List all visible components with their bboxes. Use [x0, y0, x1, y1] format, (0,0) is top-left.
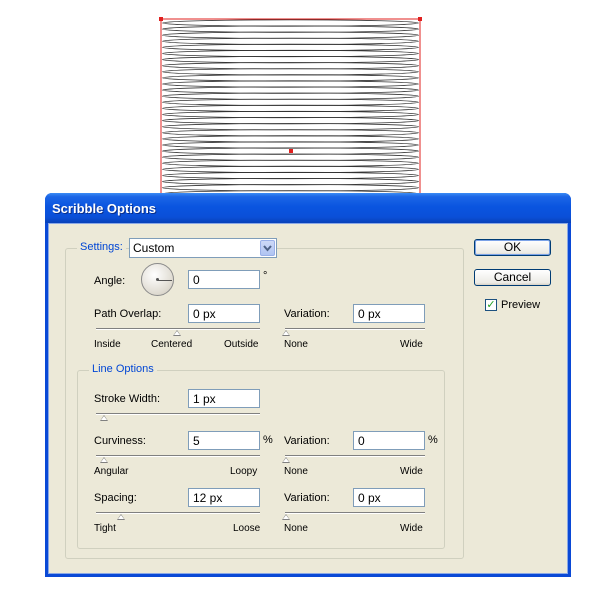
- angle-dial-center: [156, 278, 159, 281]
- angle-unit: °: [263, 270, 268, 282]
- scribble-stroke: [162, 98, 419, 106]
- stroke-width-label: Stroke Width:: [94, 393, 161, 405]
- scribble-stroke: [162, 178, 419, 186]
- line-options-legend: Line Options: [89, 363, 157, 375]
- curviness-input[interactable]: [188, 431, 260, 450]
- checkmark-icon: ✓: [486, 299, 496, 311]
- settings-legend: Settings:: [77, 241, 126, 253]
- scribble-stroke: [162, 37, 419, 45]
- scribble-stroke: [162, 49, 419, 58]
- overlap-variation-label: Variation:: [284, 308, 330, 320]
- scribble-stroke: [162, 74, 419, 82]
- scribble-stroke: [162, 43, 419, 52]
- spacing-slider-thumb[interactable]: [117, 514, 125, 520]
- scribble-stroke: [162, 25, 419, 33]
- angle-input[interactable]: [188, 270, 260, 289]
- curviness-max-label: Loopy: [230, 466, 258, 477]
- scribble-stroke: [162, 184, 419, 192]
- scribble-stroke: [162, 117, 419, 125]
- curviness-slider-track[interactable]: [96, 455, 260, 457]
- curviness-slider-thumb[interactable]: [100, 457, 108, 463]
- path-overlap-slider-thumb[interactable]: [173, 330, 181, 336]
- scribble-stroke: [162, 171, 419, 180]
- scribble-stroke: [162, 165, 419, 173]
- curviness-variation-min-label: None: [284, 466, 308, 477]
- scribble-stroke: [162, 110, 419, 119]
- path-overlap-label: Path Overlap:: [94, 308, 162, 320]
- scribble-stroke: [162, 62, 419, 70]
- scribble-options-dialog: Scribble Options Settings: Custom Angle:…: [45, 193, 571, 577]
- path-overlap-min-label: Inside: [94, 339, 121, 350]
- scribble-stroke: [162, 19, 419, 27]
- path-overlap-input[interactable]: [188, 304, 260, 323]
- spacing-input[interactable]: [188, 488, 260, 507]
- scribble-stroke: [162, 80, 419, 88]
- scribble-stroke: [162, 129, 419, 137]
- angle-label: Angle:: [94, 275, 126, 287]
- spacing-label: Spacing:: [94, 492, 137, 504]
- selection-anchor-top-left[interactable]: [159, 17, 163, 21]
- spacing-variation-slider-thumb[interactable]: [282, 514, 290, 520]
- scribble-stroke: [162, 55, 419, 64]
- overlap-variation-max-label: Wide: [400, 339, 423, 350]
- spacing-min-label: Tight: [94, 523, 116, 534]
- angle-dial-hand: [158, 280, 172, 281]
- spacing-variation-slider-track[interactable]: [285, 512, 425, 514]
- scribble-stroke: [162, 104, 419, 113]
- curviness-min-label: Angular: [94, 466, 129, 477]
- ok-button[interactable]: OK: [474, 239, 551, 256]
- preview-label[interactable]: Preview: [501, 299, 540, 311]
- scribble-stroke: [162, 31, 419, 39]
- scribble-stroke: [162, 159, 419, 167]
- curviness-variation-slider-track[interactable]: [285, 455, 425, 457]
- stroke-width-slider-thumb[interactable]: [100, 415, 108, 421]
- overlap-variation-input[interactable]: [353, 304, 425, 323]
- curviness-variation-slider-thumb[interactable]: [282, 457, 290, 463]
- overlap-variation-min-label: None: [284, 339, 308, 350]
- spacing-variation-max-label: Wide: [400, 523, 423, 534]
- spacing-max-label: Loose: [233, 523, 261, 534]
- settings-preset-value: Custom: [133, 241, 175, 255]
- preview-checkbox[interactable]: ✓: [485, 299, 497, 311]
- spacing-variation-label: Variation:: [284, 492, 330, 504]
- curviness-variation-max-label: Wide: [400, 466, 423, 477]
- scribble-stroke: [162, 135, 419, 143]
- scribble-stroke: [162, 92, 419, 100]
- scribble-stroke: [162, 123, 419, 131]
- curviness-unit: %: [263, 434, 273, 446]
- overlap-variation-slider-thumb[interactable]: [282, 330, 290, 336]
- path-overlap-mid-label: Centered: [151, 339, 193, 350]
- spacing-variation-min-label: None: [284, 523, 308, 534]
- settings-preset-select[interactable]: Custom: [129, 238, 277, 258]
- scribble-stroke: [162, 68, 419, 76]
- dialog-client-area: Settings: Custom Angle: ° Path Overlap: …: [48, 223, 568, 574]
- path-overlap-max-label: Outside: [224, 339, 259, 350]
- cancel-button[interactable]: Cancel: [474, 269, 551, 286]
- chevron-down-icon[interactable]: [260, 240, 275, 256]
- selection-anchor-top-right[interactable]: [418, 17, 422, 21]
- scribble-stroke: [162, 141, 419, 149]
- dialog-titlebar[interactable]: Scribble Options: [45, 193, 571, 223]
- spacing-variation-input[interactable]: [353, 488, 425, 507]
- scribble-stroke: [162, 86, 419, 94]
- curviness-variation-unit: %: [428, 434, 438, 446]
- selection-center-point[interactable]: [289, 149, 293, 153]
- angle-dial[interactable]: [141, 263, 174, 296]
- scribble-fill: [162, 19, 419, 198]
- scribble-stroke: [162, 153, 419, 161]
- curviness-variation-label: Variation:: [284, 435, 330, 447]
- curviness-variation-input[interactable]: [353, 431, 425, 450]
- overlap-variation-slider-track[interactable]: [285, 328, 425, 330]
- dialog-title: Scribble Options: [52, 201, 157, 216]
- curviness-label: Curviness:: [94, 435, 146, 447]
- stroke-width-slider-track[interactable]: [96, 413, 260, 415]
- stroke-width-input[interactable]: [188, 389, 260, 408]
